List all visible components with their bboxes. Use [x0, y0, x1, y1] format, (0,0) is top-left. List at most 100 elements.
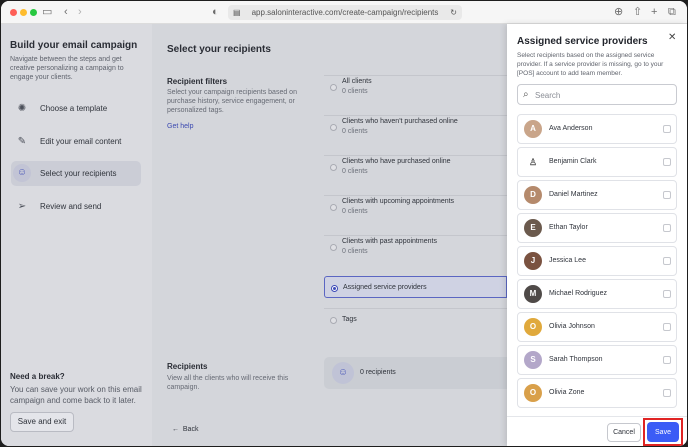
checkbox[interactable] [663, 323, 671, 331]
steps-description: Navigate between the steps and get creat… [10, 56, 124, 81]
provider-item[interactable]: M Michael Rodriguez [517, 279, 677, 309]
get-help-link[interactable]: Get help [167, 123, 193, 130]
panel-description: Select recipients based on the assigned … [517, 52, 664, 77]
filter-upcoming-appointments[interactable]: Clients with upcoming appointments 0 cli… [324, 195, 507, 217]
search-icon: ⌕ [523, 89, 529, 100]
download-icon[interactable]: ⊕ [614, 5, 623, 19]
user-placeholder-icon: ♙ [524, 153, 542, 171]
step-review-send[interactable]: ➢ Review and send [11, 194, 141, 219]
search-field[interactable]: ⌕ [517, 84, 677, 105]
provider-name: Sarah Thompson [549, 356, 603, 363]
recipients-count: 0 recipients [360, 369, 396, 376]
step-choose-template[interactable]: ✺ Choose a template [11, 96, 141, 121]
search-input[interactable] [535, 88, 670, 102]
filter-not-purchased-online[interactable]: Clients who haven't purchased online 0 c… [324, 115, 507, 137]
provider-name: Ava Anderson [549, 125, 593, 132]
send-icon: ➢ [17, 201, 27, 212]
address-bar[interactable]: ▤ app.saloninteractive.com/create-campai… [228, 5, 462, 20]
cancel-button[interactable]: Cancel [607, 423, 641, 442]
provider-item[interactable]: ♙ Benjamin Clark [517, 147, 677, 177]
provider-item[interactable]: O Olivia Zone [517, 378, 677, 408]
radio-button[interactable] [331, 285, 338, 292]
step-label: Review and send [40, 202, 102, 211]
url-text: app.saloninteractive.com/create-campaign… [251, 8, 439, 17]
avatar: O [524, 318, 542, 336]
provider-name: Jessica Lee [549, 257, 586, 264]
filter-count: 0 clients [342, 128, 368, 135]
filter-assigned-service-providers[interactable]: Assigned service providers [324, 276, 507, 298]
pencil-icon: ✎ [17, 136, 27, 147]
save-and-exit-button[interactable]: Save and exit [10, 412, 74, 432]
filter-tags[interactable]: Tags [324, 308, 507, 330]
radio-button[interactable] [330, 244, 337, 251]
radio-button[interactable] [330, 164, 337, 171]
filter-count: 0 clients [342, 88, 368, 95]
filter-count: 0 clients [342, 208, 368, 215]
filter-label: Clients with past appointments [342, 238, 437, 245]
browser-window: ▭ ‹ › ◐ ▤ app.saloninteractive.com/creat… [1, 1, 687, 446]
provider-item[interactable]: J Jessica Lee [517, 246, 677, 276]
step-label: Select your recipients [40, 169, 117, 178]
filter-label: All clients [342, 78, 372, 85]
radio-button[interactable] [330, 204, 337, 211]
filter-count: 0 clients [342, 248, 368, 255]
save-button[interactable]: Save [647, 422, 679, 442]
checkbox[interactable] [663, 158, 671, 166]
provider-item[interactable]: S Sarah Thompson [517, 345, 677, 375]
filter-purchased-online[interactable]: Clients who have purchased online 0 clie… [324, 155, 507, 177]
reload-icon[interactable]: ↻ [450, 5, 457, 20]
steps-title: Build your email campaign [10, 40, 138, 51]
filter-past-appointments[interactable]: Clients with past appointments 0 clients [324, 235, 507, 257]
privacy-shield-icon[interactable]: ◐ [212, 5, 219, 19]
step-edit-content[interactable]: ✎ Edit your email content [11, 129, 141, 154]
provider-item[interactable]: O Olivia Johnson [517, 312, 677, 342]
filter-label: Clients who have purchased online [342, 158, 451, 165]
break-title: Need a break? [10, 372, 65, 381]
assigned-providers-panel: Assigned service providers ✕ Select reci… [507, 24, 687, 446]
forward-arrow-icon[interactable]: › [78, 5, 82, 19]
provider-item[interactable]: E Ethan Taylor [517, 213, 677, 243]
filter-count: 0 clients [342, 168, 368, 175]
provider-name: Michael Rodriguez [549, 290, 607, 297]
close-icon[interactable]: ✕ [668, 32, 676, 43]
radio-button[interactable] [330, 317, 337, 324]
filters-description: Select your campaign recipients based on… [167, 89, 297, 114]
provider-name: Ethan Taylor [549, 224, 588, 231]
palette-icon: ✺ [17, 103, 27, 114]
campaign-app: Build your email campaign Navigate betwe… [1, 24, 687, 446]
step-label: Choose a template [40, 104, 108, 113]
users-icon: ☺ [332, 362, 354, 384]
back-button[interactable]: ← Back [172, 426, 198, 433]
checkbox[interactable] [663, 389, 671, 397]
provider-item[interactable]: D Daniel Martinez [517, 180, 677, 210]
provider-name: Olivia Johnson [549, 323, 595, 330]
avatar: J [524, 252, 542, 270]
zoom-window-button[interactable] [30, 9, 37, 16]
checkbox[interactable] [663, 290, 671, 298]
close-window-button[interactable] [10, 9, 17, 16]
provider-item[interactable]: A Ava Anderson [517, 114, 677, 144]
new-tab-icon[interactable]: + [651, 5, 657, 19]
checkbox[interactable] [663, 257, 671, 265]
checkbox[interactable] [663, 191, 671, 199]
checkbox[interactable] [663, 224, 671, 232]
filter-label: Clients who haven't purchased online [342, 118, 458, 125]
radio-button[interactable] [330, 124, 337, 131]
recipients-summary: ☺ 0 recipients [324, 357, 507, 389]
filter-label: Tags [342, 316, 357, 323]
back-arrow-icon[interactable]: ‹ [64, 5, 68, 19]
panel-title: Assigned service providers [517, 36, 648, 47]
filter-all-clients[interactable]: All clients 0 clients [324, 75, 507, 97]
minimize-window-button[interactable] [20, 9, 27, 16]
step-select-recipients[interactable]: ☺ Select your recipients [11, 161, 141, 186]
recipients-description: View all the clients who will receive th… [167, 375, 289, 391]
tab-overview-icon[interactable]: ⧉ [668, 5, 676, 19]
checkbox[interactable] [663, 125, 671, 133]
browser-toolbar: ▭ ‹ › ◐ ▤ app.saloninteractive.com/creat… [1, 1, 687, 24]
back-label: Back [182, 426, 199, 433]
sidebar-toggle-icon[interactable]: ▭ [42, 5, 52, 19]
filters-title: Recipient filters [167, 77, 228, 86]
share-icon[interactable]: ⇧ [633, 5, 642, 19]
radio-button[interactable] [330, 84, 337, 91]
checkbox[interactable] [663, 356, 671, 364]
